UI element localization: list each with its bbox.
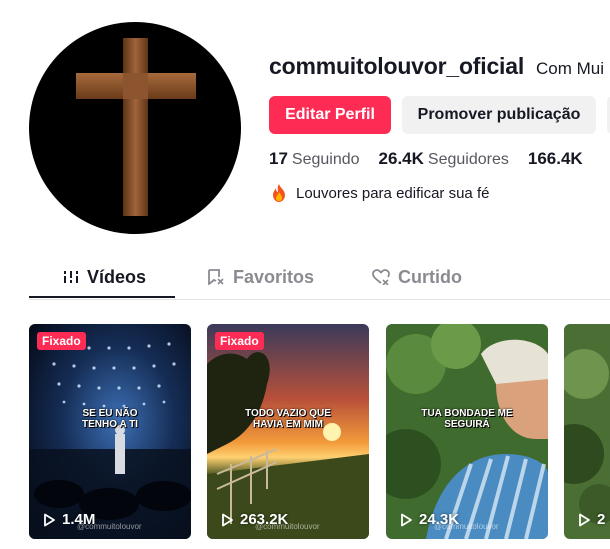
pinned-badge: Fixado: [37, 332, 86, 350]
tab-videos-label: Vídeos: [87, 266, 147, 287]
play-icon: [401, 513, 412, 526]
followers-label: Seguidores: [427, 151, 509, 168]
video-card[interactable]: Fixado TODO VAZIO QUE HAVIA EM MIM 263.2…: [207, 324, 369, 539]
edit-profile-button[interactable]: Editar Perfil: [269, 96, 391, 134]
play-icon: [44, 513, 55, 526]
promote-post-button[interactable]: Promover publicação: [402, 96, 596, 134]
profile-avatar[interactable]: [29, 22, 241, 234]
bookmark-icon: [208, 269, 224, 285]
watermark: @commuitolouvor: [434, 522, 499, 531]
cross-icon: [76, 38, 196, 216]
following-label: Seguindo: [291, 151, 360, 168]
video-thumbnail: [564, 324, 610, 539]
likes-stat: 166.4K: [528, 149, 583, 169]
play-icon: [222, 513, 233, 526]
tab-liked-label: Curtido: [398, 266, 462, 287]
video-card[interactable]: 2: [564, 324, 610, 539]
following-count: 17: [269, 149, 288, 168]
video-caption: SE EU NÃO TENHO A TI: [82, 408, 138, 430]
video-thumbnail: [207, 324, 369, 539]
view-count-value: 2: [597, 511, 606, 528]
tab-liked[interactable]: Curtido: [372, 257, 462, 297]
pinned-badge: Fixado: [215, 332, 264, 350]
profile-stats: 17 Seguindo 26.4K Seguidores 166.4K: [269, 149, 602, 169]
fire-emoji-icon: [273, 184, 285, 202]
video-caption: TODO VAZIO QUE HAVIA EM MIM: [245, 408, 331, 430]
video-thumbnail: [29, 324, 191, 539]
heart-icon: [372, 269, 390, 285]
profile-bio: Louvores para edificar sua fé: [271, 184, 489, 202]
profile-tabs: Vídeos Favoritos Curtido: [29, 257, 610, 300]
tab-videos[interactable]: Vídeos: [63, 257, 146, 297]
following-stat[interactable]: 17 Seguindo: [269, 149, 360, 169]
tab-favorites[interactable]: Favoritos: [207, 257, 314, 297]
watermark: @commuitolouvor: [255, 522, 320, 531]
video-thumbnail: [386, 324, 548, 539]
profile-display-name: Com Mui: [536, 59, 605, 78]
watermark: @commuitolouvor: [77, 522, 142, 531]
followers-stat[interactable]: 26.4K Seguidores: [379, 149, 509, 169]
video-caption: TUA BONDADE ME SEGUIRÁ: [421, 408, 513, 430]
video-card[interactable]: Fixado SE EU NÃO TENHO A TI 1.4M @commui…: [29, 324, 191, 539]
grid-bars-icon: [64, 271, 78, 283]
followers-count: 26.4K: [378, 149, 424, 168]
active-tab-indicator: [29, 296, 175, 298]
profile-username: commuitolouvor_oficial: [269, 53, 525, 79]
bio-text: Louvores para edificar sua fé: [296, 184, 490, 202]
video-card[interactable]: TUA BONDADE ME SEGUIRÁ 24.3K @commuitolo…: [386, 324, 548, 539]
tab-favorites-label: Favoritos: [233, 266, 315, 287]
play-icon: [579, 513, 590, 526]
likes-count: 166.4K: [527, 149, 583, 168]
view-count: 2: [578, 511, 605, 528]
